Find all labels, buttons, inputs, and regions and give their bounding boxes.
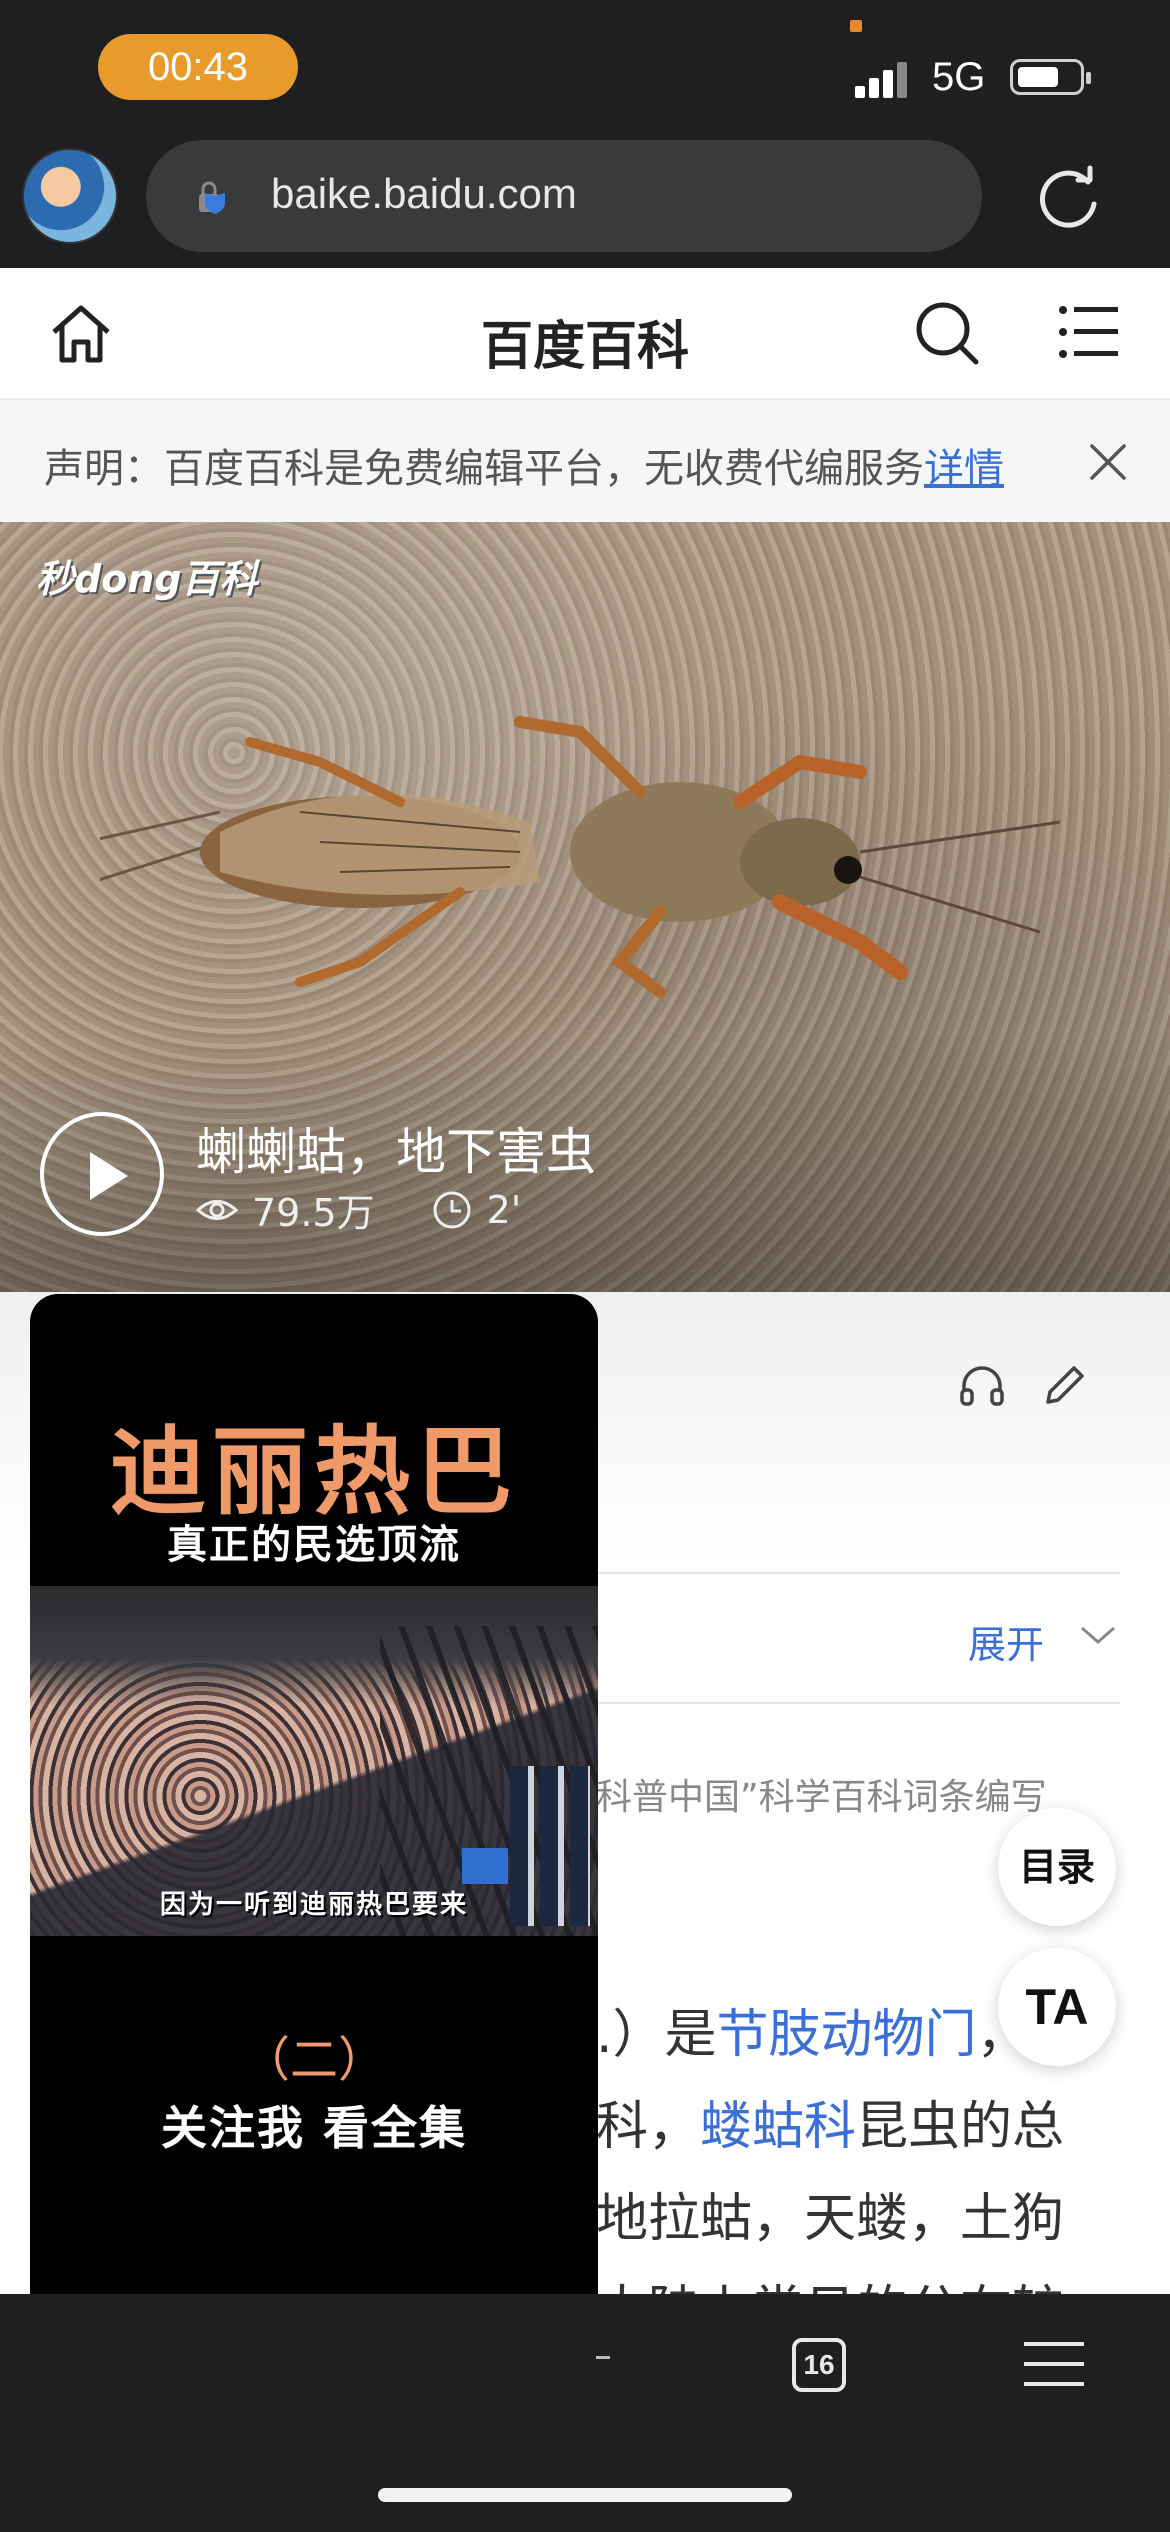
popup-caption: 因为一听到迪丽热巴要来: [159, 1890, 468, 1920]
link-gryllotalpidae[interactable]: 蝼蛄科: [700, 2097, 856, 2157]
site-header: 百度百科: [0, 268, 1170, 400]
chevron-down-icon[interactable]: [1078, 1624, 1118, 1648]
video-player[interactable]: 秒dong百科 蝲蝲蛄，地下害虫 79.5万 2': [0, 522, 1170, 1292]
video-watermark: 秒dong百科: [36, 557, 258, 601]
video-views: 79.5万: [252, 1191, 375, 1235]
clock-icon: [433, 1191, 471, 1228]
mole-cricket-image: [100, 716, 1060, 998]
paragraph-line: 大陆上常见的分布较: [596, 2268, 1064, 2294]
video-title: 蝲蝲蛄，地下害虫: [196, 1123, 596, 1181]
popup-cta: 关注我 看全集: [160, 2101, 467, 2155]
url-text: baike.baidu.com: [271, 170, 577, 217]
popup-part: （二）: [241, 2032, 386, 2088]
disclaimer-text: 声明：百度百科是免费编辑平台，无收费代编服务: [44, 446, 924, 492]
privacy-indicator: [850, 20, 862, 32]
disclaimer-banner: 声明：百度百科是免费编辑平台，无收费代编服务详情: [0, 400, 1170, 522]
toc-button[interactable]: 目录: [998, 1808, 1116, 1926]
ta-button[interactable]: TA: [998, 1948, 1116, 2066]
expand-toggle[interactable]: 展开: [968, 1614, 1044, 1669]
link-arthropoda[interactable]: 节肢动物门: [717, 2005, 977, 2065]
network-type: 5G: [932, 55, 986, 99]
views-eye-icon: [196, 1199, 238, 1220]
home-indicator[interactable]: [378, 2488, 792, 2502]
popup-subtitle: 真正的民选顶流: [167, 1521, 461, 1568]
browser-address-bar-row: baike.baidu.com: [0, 140, 1170, 268]
status-bar: 00:43 5G: [0, 0, 1170, 140]
play-button[interactable]: [40, 1112, 164, 1236]
hamburger-menu-icon[interactable]: [1024, 2340, 1084, 2388]
reload-icon[interactable]: [1030, 160, 1106, 236]
battery-icon: [1010, 59, 1091, 95]
video-duration: 2': [486, 1187, 522, 1232]
paragraph-line: 科，蝼蛄科昆虫的总: [596, 2097, 1065, 2157]
headphones-icon[interactable]: [958, 1362, 1006, 1410]
tabs-button[interactable]: 16: [792, 2338, 846, 2392]
profile-avatar[interactable]: [22, 148, 118, 244]
status-time: 00:43: [98, 34, 298, 100]
credit-text: 科普中国”科学百科词条编写: [596, 1777, 1047, 1818]
paragraph-line: 地拉蛄，天蝼，土狗: [596, 2189, 1065, 2249]
edit-icon[interactable]: [1040, 1360, 1090, 1410]
floating-video-popup[interactable]: 迪丽热巴 真正的民选顶流 因为一听到迪丽热巴要来 （二） 关注我 看全集: [30, 1294, 598, 2396]
video-meta: 79.5万 2': [196, 1182, 521, 1237]
site-title: 百度百科: [480, 317, 689, 377]
menu-icon[interactable]: [1058, 304, 1118, 360]
search-icon[interactable]: [912, 298, 982, 368]
signal-icon: [855, 58, 915, 98]
close-icon[interactable]: [1088, 442, 1128, 482]
disclaimer-details-link[interactable]: 详情: [924, 446, 1004, 492]
secure-lock-icon: [199, 181, 225, 214]
paragraph-line: .）是节肢动物门，: [596, 2005, 1029, 2065]
url-bar[interactable]: baike.baidu.com: [146, 140, 982, 252]
